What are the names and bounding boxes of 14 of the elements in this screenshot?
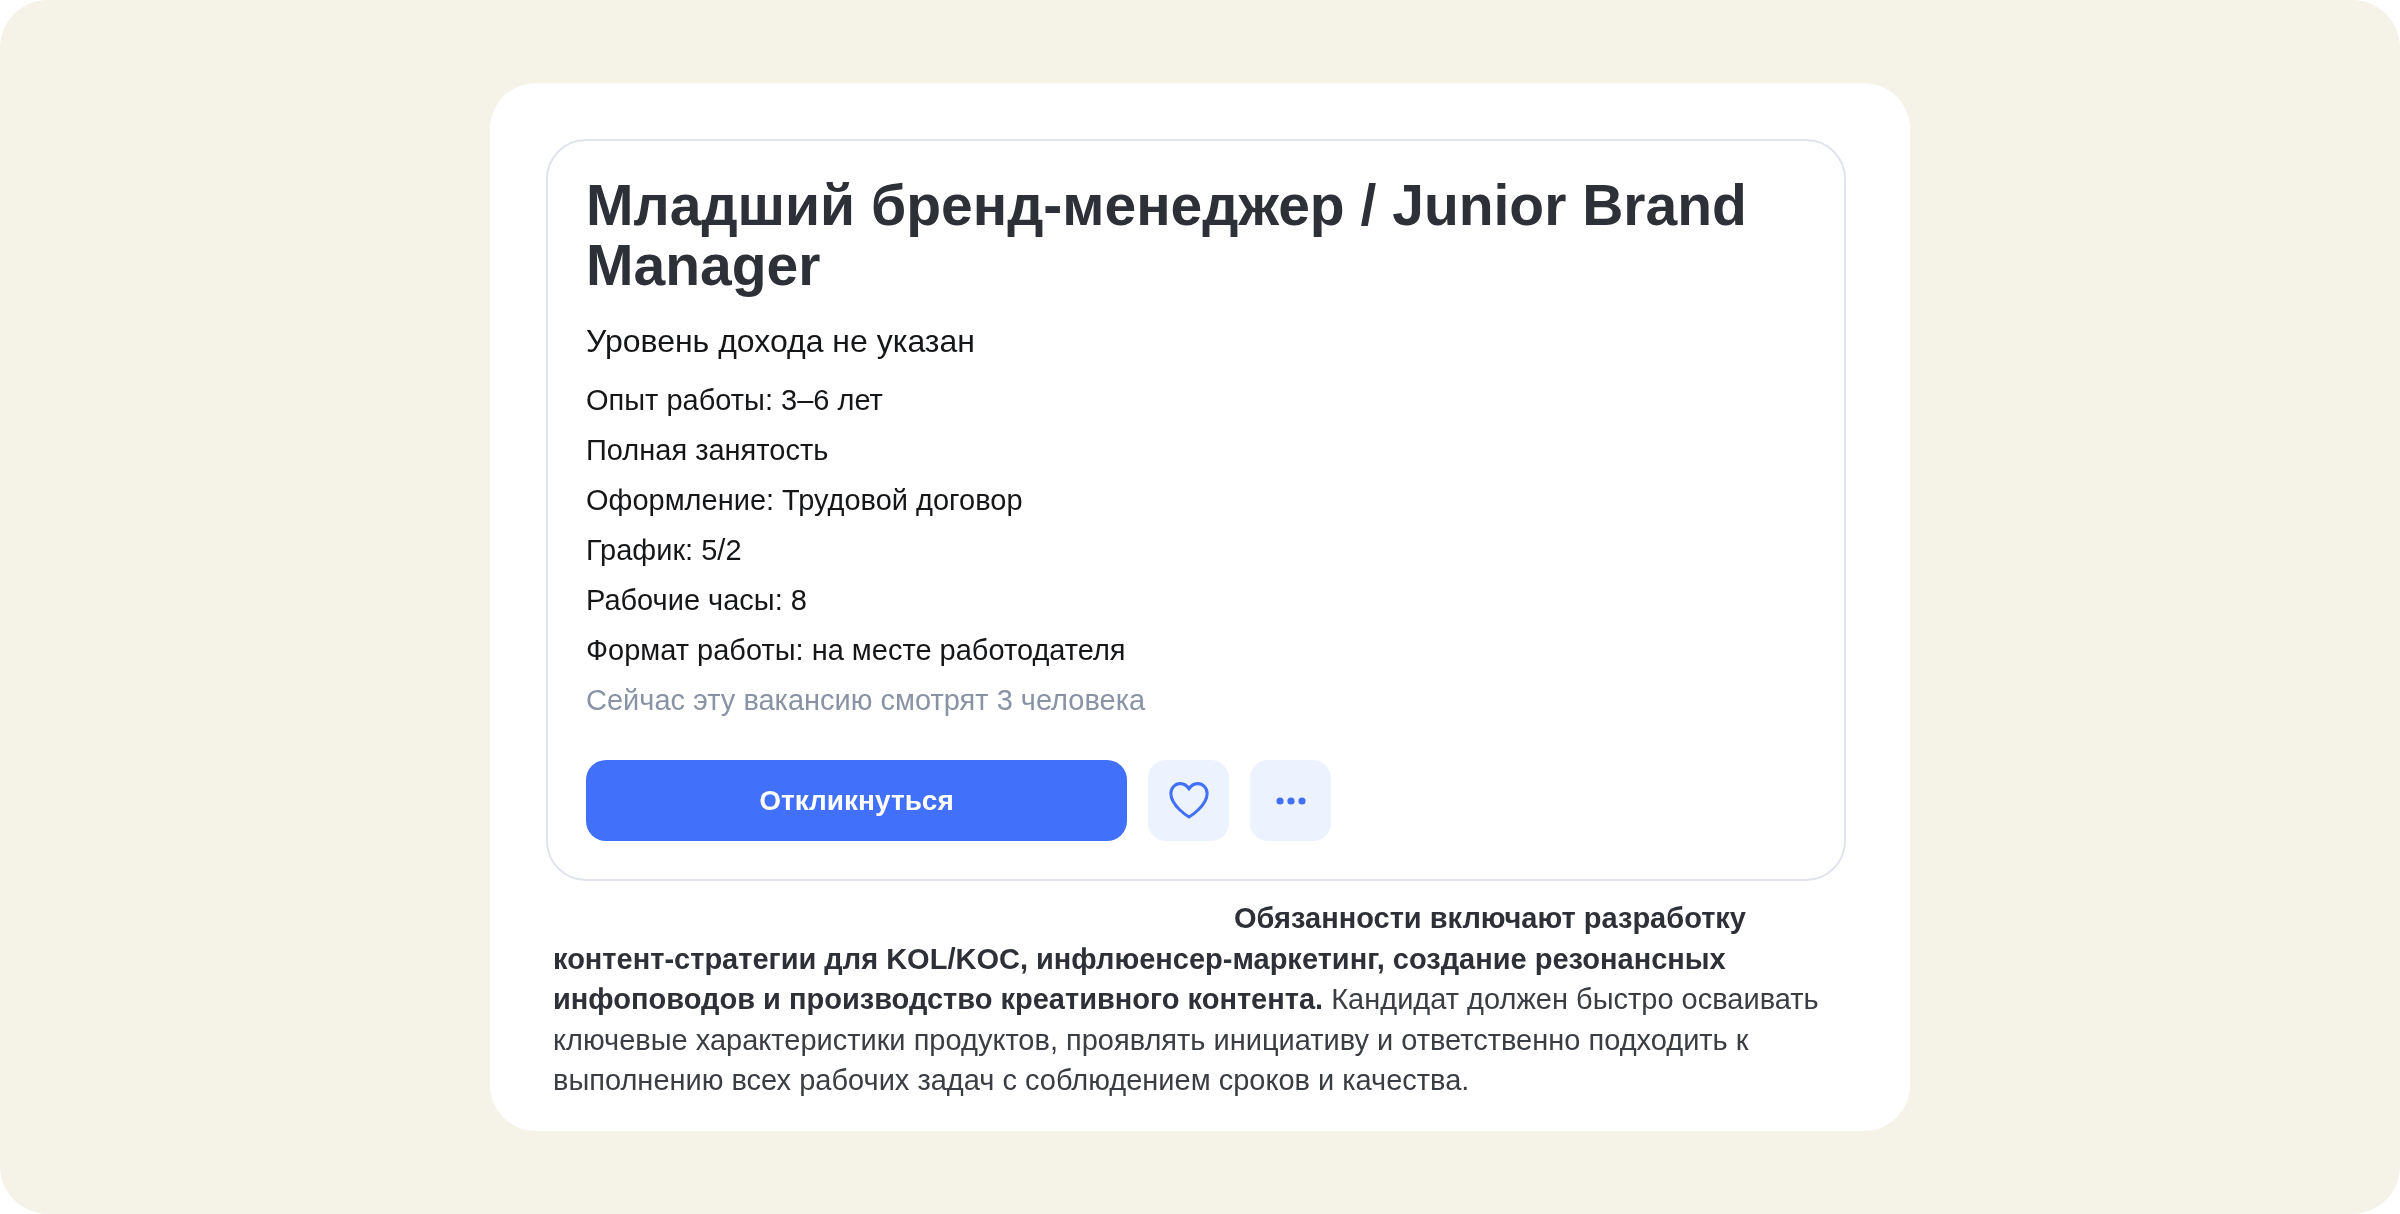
more-icon <box>1275 796 1306 805</box>
detail-text: Оформление: Трудовой договор <box>586 483 1024 519</box>
detail-text: Формат работы: на месте работодателя <box>586 633 1127 669</box>
detail-text: Полная занятость <box>586 433 830 469</box>
description-text: Обязанности включают разработку контент-стратегии для KOL/KOC, инфлюенсер-маркетинг, создание резонансных инфоповодов и производство креативного контента. Кандидат должен быстро осваивать ключевые характеристики продуктов, проявлять инициативу и ответственно подходить к выполнению всех рабочих задач с соблюдением сроков и качества. <box>553 901 1820 1099</box>
detail-text: Рабочие часы: 8 <box>586 583 808 619</box>
favorite-button[interactable] <box>1148 760 1229 842</box>
viewers-note: Сейчас эту вакансию смотрят 3 человека <box>586 683 1147 719</box>
detail-text: Опыт работы: 3–6 лет <box>586 383 884 419</box>
apply-button[interactable]: Откликнуться <box>586 760 1127 842</box>
detail-text: График: 5/2 <box>586 533 743 569</box>
vacancy-title: Младший бренд-менеджер / Junior Brand Manager <box>586 175 1748 296</box>
salary-text: Уровень дохода не указан <box>586 322 976 362</box>
heart-icon <box>1168 782 1209 820</box>
